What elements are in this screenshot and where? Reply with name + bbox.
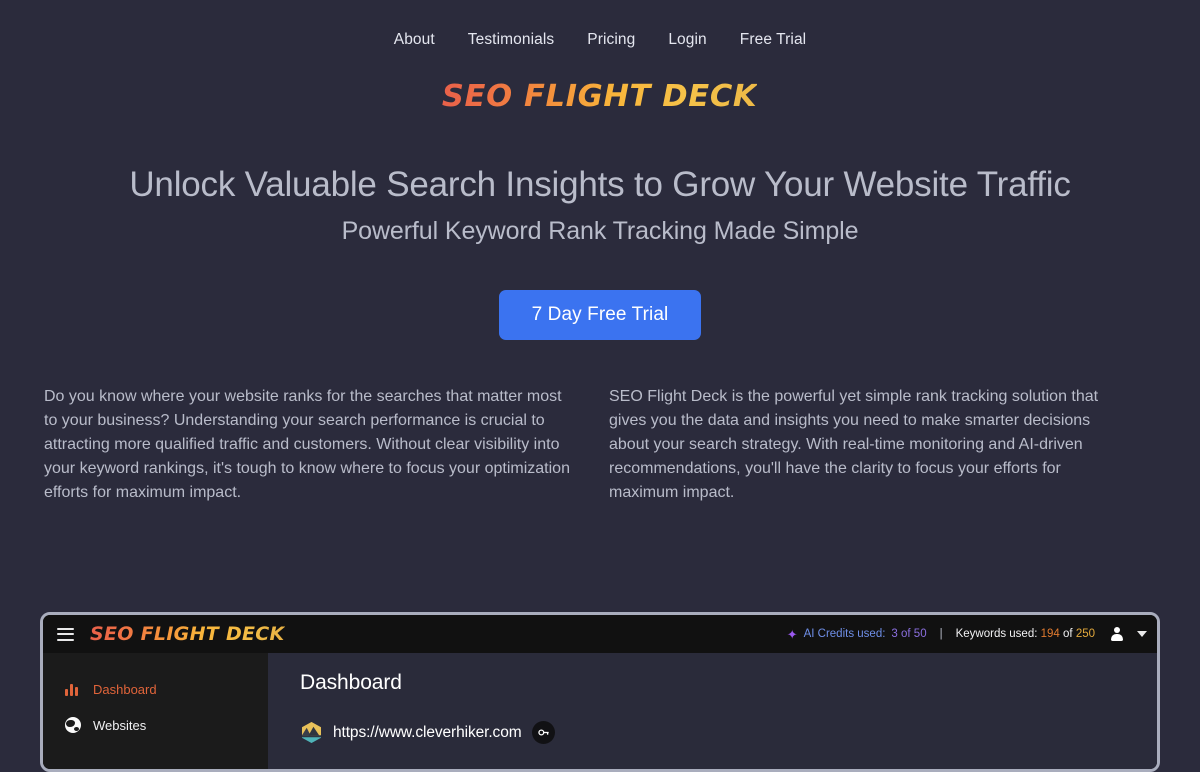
top-navigation: About Testimonials Pricing Login Free Tr… [0,0,1200,52]
brand-logo-container: SEO FLIGHT DECK [0,79,1200,114]
body-paragraph-right: SEO Flight Deck is the powerful yet simp… [609,388,1099,502]
hero-headline: Unlock Valuable Search Insights to Grow … [129,165,1071,204]
dashboard-page-title: Dashboard [300,671,402,694]
hero-section: Unlock Valuable Search Insights to Grow … [0,165,1200,246]
keywords-label: Keywords used: [955,628,1038,640]
sparkle-icon: ✦ [786,626,798,642]
hamburger-icon[interactable] [57,627,74,641]
key-icon[interactable] [531,721,555,744]
ai-credits-status[interactable]: ✦ AI Credits used: 3 of 50 [787,628,927,641]
mountain-hexagon-favicon [300,721,323,744]
keywords-status[interactable]: Keywords used: 194 of 250 [956,628,1095,640]
body-paragraph-left: Do you know where your website ranks for… [44,388,570,502]
nav-item-testimonials[interactable]: Testimonials [468,31,554,49]
globe-icon [65,717,93,733]
dashboard-body: Dashboard Websites Dashboard https://www… [43,653,1157,769]
hero-subheadline: Powerful Keyword Rank Tracking Made Simp… [341,217,859,246]
dashboard-sidebar: Dashboard Websites [43,653,268,769]
free-trial-button[interactable]: 7 Day Free Trial [498,290,702,341]
bar-chart-icon [65,683,93,696]
dashboard-logo[interactable]: SEO FLIGHT DECK [90,623,285,645]
keywords-of-word: of [1063,628,1073,640]
body-column-right: SEO Flight Deck is the powerful yet simp… [609,385,1134,505]
brand-logo[interactable]: SEO FLIGHT DECK [442,79,757,114]
ai-credits-label: AI Credits used: [803,628,886,640]
user-avatar-icon[interactable] [1109,626,1124,642]
body-columns: Do you know where your website ranks for… [44,385,1156,505]
dashboard-header: SEO FLIGHT DECK ✦ AI Credits used: 3 of … [43,615,1157,653]
dashboard-main-content: Dashboard https://www.cleverhiker.com [268,653,1157,769]
cta-container: 7 Day Free Trial [0,290,1200,341]
chevron-down-icon[interactable] [1137,631,1147,637]
website-row: https://www.cleverhiker.com [300,721,1157,744]
nav-item-about[interactable]: About [394,31,435,49]
header-divider: | [939,628,943,640]
sidebar-item-dashboard[interactable]: Dashboard [43,671,268,707]
nav-item-free-trial[interactable]: Free Trial [740,31,806,49]
body-column-left: Do you know where your website ranks for… [44,385,574,505]
ai-credits-value: 3 of 50 [891,628,927,640]
dashboard-preview: SEO FLIGHT DECK ✦ AI Credits used: 3 of … [40,612,1160,772]
dashboard-header-status: ✦ AI Credits used: 3 of 50 | Keywords us… [787,626,1147,642]
nav-item-pricing[interactable]: Pricing [587,31,635,49]
sidebar-item-dashboard-label: Dashboard [93,681,157,697]
website-url[interactable]: https://www.cleverhiker.com [333,724,522,742]
sidebar-item-websites-label: Websites [93,717,147,733]
keywords-total-value: 250 [1075,628,1095,640]
sidebar-item-websites[interactable]: Websites [43,707,268,743]
keywords-used-value: 194 [1040,628,1060,640]
nav-item-login[interactable]: Login [668,31,706,49]
